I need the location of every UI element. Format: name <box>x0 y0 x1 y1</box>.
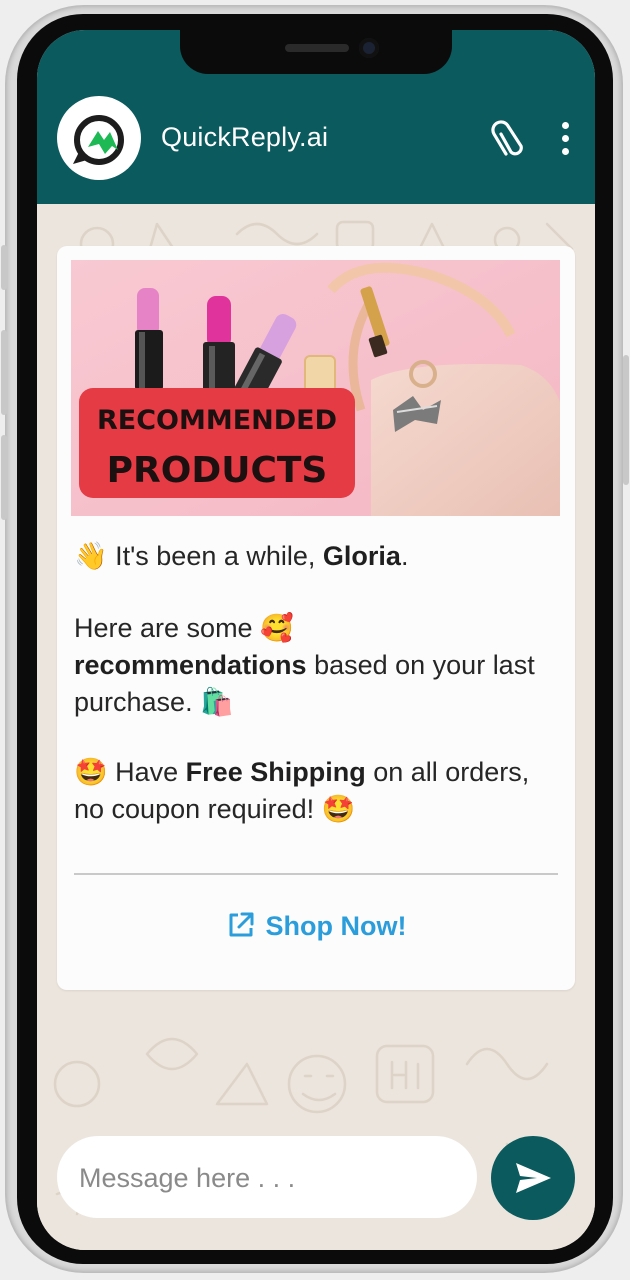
card-divider <box>74 873 558 875</box>
message-input[interactable] <box>77 1156 461 1200</box>
message-recommendations: Here are some 🥰 recommendations based on … <box>74 610 544 721</box>
send-icon <box>516 1163 551 1193</box>
quickreply-logo-icon <box>73 115 124 165</box>
product-banner-image: RECOMMENDED PRODUCTS <box>71 260 560 516</box>
contact-avatar[interactable] <box>57 96 141 180</box>
paperclip-icon <box>491 120 523 156</box>
chat-header: QuickReply.ai <box>37 30 595 204</box>
shop-now-button[interactable]: Shop Now! <box>57 910 575 958</box>
shipping-intro: Have <box>107 757 186 787</box>
send-button[interactable] <box>491 1136 575 1220</box>
attach-button[interactable] <box>489 120 525 164</box>
recommendations-intro: Here are some <box>74 613 261 643</box>
page: QuickReply.ai RECOMMENDED PRODUCTS 👋 It'… <box>0 0 630 1280</box>
greeting-text: It's been a while, <box>107 541 323 571</box>
smiling-hearts-emoji: 🥰 <box>260 613 294 644</box>
banner-title-line1: RECOMMENDED <box>97 405 337 436</box>
more-options-button[interactable] <box>555 122 575 162</box>
message-card: RECOMMENDED PRODUCTS 👋 It's been a while… <box>57 246 575 990</box>
recommendations-bold: recommendations <box>74 650 307 680</box>
chat-screen: QuickReply.ai RECOMMENDED PRODUCTS 👋 It'… <box>37 30 595 1250</box>
external-link-icon <box>229 912 253 937</box>
earpiece-speaker <box>285 44 349 52</box>
volume-up-button <box>1 330 7 415</box>
waving-hand-emoji: 👋 <box>74 541 108 572</box>
greeting-end: . <box>400 541 409 571</box>
app-name[interactable]: QuickReply.ai <box>161 122 328 153</box>
volume-down-button <box>1 435 7 520</box>
shop-now-label: Shop Now! <box>265 911 407 941</box>
message-greeting: 👋 It's been a while, Gloria. <box>74 538 544 575</box>
power-button <box>623 355 629 485</box>
front-camera <box>359 38 379 58</box>
free-shipping-bold: Free Shipping <box>185 757 366 787</box>
shopping-bags-emoji: 🛍️ <box>200 687 234 718</box>
message-shipping: 🤩 Have Free Shipping on all orders, no c… <box>74 754 544 828</box>
banner-title-line2: PRODUCTS <box>107 450 328 491</box>
phone-notch <box>180 30 452 74</box>
customer-name: Gloria <box>322 541 401 571</box>
message-composer <box>57 1136 477 1218</box>
silent-switch <box>1 245 7 290</box>
more-vertical-icon <box>555 122 575 155</box>
star-struck-emoji: 🤩 <box>74 757 108 788</box>
banner-illustration: RECOMMENDED PRODUCTS <box>71 260 560 516</box>
star-struck-emoji-end: 🤩 <box>321 794 356 825</box>
